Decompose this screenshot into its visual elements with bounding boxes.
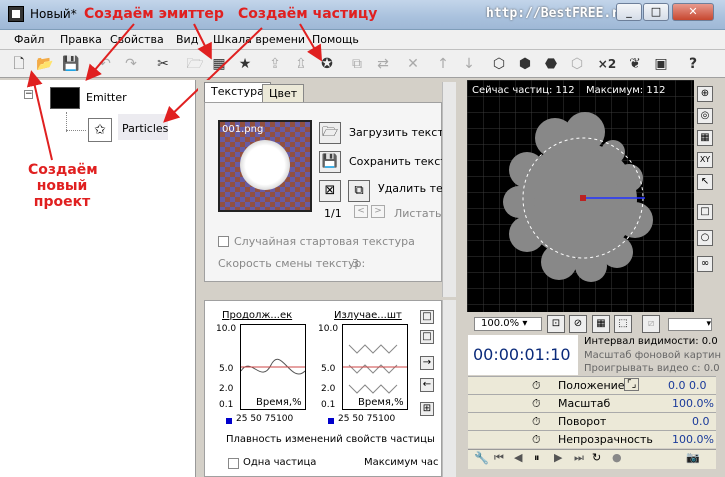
load-texture-icon[interactable]: 🗁 [319, 122, 341, 144]
tool-link-icon[interactable]: ∞ [697, 256, 713, 272]
graph-left-arrow-icon[interactable]: ← [420, 378, 434, 392]
delete-texture-icon[interactable]: ⊠ [319, 180, 341, 202]
next-frame-icon[interactable]: ▶ [554, 451, 562, 464]
stopwatch-icon[interactable]: ⏱ [532, 415, 541, 429]
load-texture-label[interactable]: Загрузить текст [349, 126, 444, 139]
save-texture-label[interactable]: Сохранить текст [349, 155, 447, 168]
graph-option-2-icon[interactable]: □ [420, 330, 434, 344]
property-value[interactable]: 100.0% [672, 433, 714, 446]
texture-scrollbar[interactable] [442, 82, 456, 297]
tool-target-icon[interactable]: ◎ [697, 108, 713, 124]
texture-counter: 1/1 [324, 207, 342, 220]
property-name: Непрозрачность [558, 433, 653, 446]
view-option-2-icon[interactable]: ⊘ [569, 315, 587, 333]
tab-color[interactable]: Цвет [262, 84, 305, 102]
view-option-4-icon[interactable]: ⬚ [614, 315, 632, 333]
prev-frame-icon[interactable]: ◀ [514, 451, 522, 464]
property-value[interactable]: 100.0% [672, 397, 714, 410]
zoom-value: 100.0% [481, 318, 520, 329]
delete-all-texture-icon[interactable]: ⧉ [348, 180, 370, 202]
tool-arrow-icon[interactable]: ↖ [697, 174, 713, 190]
zoom-select[interactable]: 100.0% ▾ [474, 317, 542, 331]
next-texture-button[interactable]: > [371, 205, 385, 218]
preview-canvas [467, 80, 694, 312]
property-name: Поворот [558, 415, 607, 428]
graph-fit-icon[interactable]: ⊞ [420, 402, 434, 416]
tab-texture[interactable]: Текстура [204, 82, 271, 102]
property-name: Положение [558, 379, 625, 392]
bg-scale-label: Масштаб фоновой картин [584, 350, 722, 361]
x-ticks-left: 25 50 75100 [236, 414, 294, 424]
change-speed-label: Скорость смены текстур: [218, 257, 366, 270]
tick-2-right: 2.0 [321, 384, 336, 394]
color-select[interactable]: ▾ [668, 318, 712, 331]
tick-10-right: 10.0 [318, 324, 339, 334]
x-ticks-right: 25 50 75100 [338, 414, 396, 424]
position-pick-icon[interactable]: ⌜⌟ [624, 378, 640, 391]
view-option-5-icon[interactable]: ⧄ [642, 315, 660, 333]
tool-zoom-icon[interactable]: ⊕ [697, 86, 713, 102]
x-label-left: Время,% [256, 397, 302, 408]
texture-filename: 001.png [222, 124, 264, 135]
property-value[interactable]: 0.0 [692, 415, 710, 428]
property-row-rotation[interactable]: ⏱ Поворот 0.0 [468, 412, 716, 430]
play-video-label: Проигрывать видео с: 0.0 [584, 363, 720, 374]
property-value[interactable]: 0.0 0.0 [668, 379, 706, 392]
camera-icon[interactable]: 📷 [686, 451, 700, 464]
save-texture-icon[interactable]: 💾 [319, 151, 341, 173]
graph-right-arrow-icon[interactable]: → [420, 356, 434, 370]
first-frame-icon[interactable]: ⏮ [494, 451, 504, 465]
tick-5: 5.0 [219, 364, 234, 374]
browse-label: Листать [394, 207, 442, 220]
graph-right-title[interactable]: Излучае...шт [334, 310, 402, 321]
property-name: Масштаб [558, 397, 611, 410]
max-particles-label: Максимум час [364, 457, 439, 468]
random-start-checkbox[interactable] [218, 236, 229, 247]
current-particles-label: Сейчас частиц: 112 [472, 85, 575, 96]
smoothness-label: Плавность изменений свойств частицы [226, 434, 435, 445]
last-frame-icon[interactable]: ⏭ [574, 451, 584, 465]
tick-10: 10.0 [216, 324, 237, 334]
tool-xy-icon[interactable]: XY [697, 152, 713, 168]
property-row-position[interactable]: ⏱ Положение ⌜⌟ 0.0 0.0 [468, 376, 716, 394]
x-label-right: Время,% [358, 397, 404, 408]
change-speed-value[interactable]: 3 [352, 257, 359, 270]
property-row-scale[interactable]: ⏱ Масштаб 100.0% [468, 394, 716, 412]
tick-2: 2.0 [219, 384, 234, 394]
visibility-interval-label: Интервал видимости: 0.0 [584, 336, 718, 347]
tool-grid-icon[interactable]: ▦ [697, 130, 713, 146]
single-particle-label: Одна частица [243, 457, 317, 468]
single-particle-checkbox[interactable] [228, 458, 239, 469]
stopwatch-icon[interactable]: ⏱ [532, 379, 541, 393]
graph-left-title[interactable]: Продолж...ек [222, 310, 292, 321]
max-particles-viewport-label: Максимум: 112 [586, 85, 666, 96]
loop-icon[interactable]: ↻ [592, 451, 601, 464]
view-option-3-icon[interactable]: ▦ [592, 315, 610, 333]
wrench-icon[interactable]: 🔧 [474, 451, 489, 465]
tick-5-right: 5.0 [321, 364, 336, 374]
view-option-1-icon[interactable]: ⊡ [547, 315, 565, 333]
record-icon[interactable]: ● [612, 451, 622, 464]
random-start-label: Случайная стартовая текстура [234, 235, 415, 248]
graph-marker-right [328, 418, 334, 424]
tool-square-icon[interactable]: □ [697, 204, 713, 220]
graph-option-1-icon[interactable]: □ [420, 310, 434, 324]
tool-circle-icon[interactable]: ○ [697, 230, 713, 246]
tick-01-right: 0.1 [321, 400, 336, 410]
texture-circle [240, 140, 290, 190]
delete-texture-label[interactable]: Удалить те [378, 182, 443, 195]
property-row-opacity[interactable]: ⏱ Непрозрачность 100.0% [468, 430, 716, 448]
pause-icon[interactable]: ⏸ [534, 451, 540, 465]
preview-viewport[interactable] [467, 80, 694, 312]
prev-texture-button[interactable]: < [354, 205, 368, 218]
tick-01: 0.1 [219, 400, 234, 410]
graph-scrollbar[interactable] [442, 300, 456, 477]
stopwatch-icon[interactable]: ⏱ [532, 433, 541, 447]
stopwatch-icon[interactable]: ⏱ [532, 397, 541, 411]
graph-marker-left [226, 418, 232, 424]
time-display: 00:00:01:10 [468, 335, 578, 375]
